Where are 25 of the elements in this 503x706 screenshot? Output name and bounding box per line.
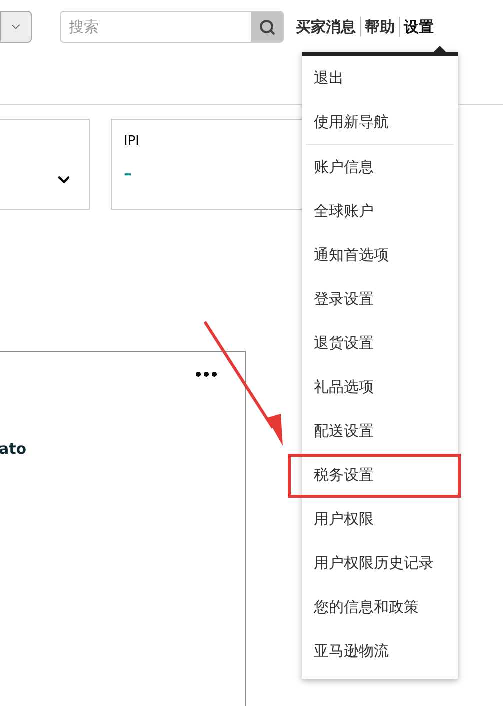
- menu-item[interactable]: 亚马逊物流: [306, 629, 389, 673]
- metric-value: –: [124, 162, 132, 184]
- menu-item[interactable]: 配送设置: [306, 409, 374, 453]
- menu-item[interactable]: 用户权限历史记录: [306, 541, 434, 585]
- menu-item[interactable]: 礼品选项: [306, 365, 374, 409]
- menu-item[interactable]: 通知首选项: [306, 233, 389, 277]
- menu-item[interactable]: 退出: [306, 56, 344, 100]
- menu-item[interactable]: 用户权限: [306, 497, 374, 541]
- menu-item[interactable]: 全球账户: [306, 189, 374, 233]
- card-heading: ato: [0, 440, 27, 458]
- search-bar[interactable]: 搜索: [60, 11, 284, 43]
- nav-link[interactable]: 买家消息: [296, 16, 356, 38]
- search-button[interactable]: [251, 12, 283, 42]
- nav-link[interactable]: 设置: [404, 16, 434, 38]
- menu-item[interactable]: 登录设置: [306, 277, 374, 321]
- menu-item[interactable]: 账户信息: [306, 145, 374, 189]
- more-icon[interactable]: [196, 372, 217, 377]
- metric-title: IPI: [124, 133, 140, 151]
- menu-item[interactable]: 退货设置: [306, 321, 374, 365]
- menu-item[interactable]: 税务设置: [306, 453, 374, 497]
- nav-link[interactable]: 帮助: [365, 16, 395, 38]
- menu-item[interactable]: 您的信息和政策: [306, 585, 419, 629]
- search-field[interactable]: 搜索: [61, 12, 251, 42]
- menu-item[interactable]: 使用新导航: [306, 100, 389, 144]
- search-icon: [258, 18, 276, 36]
